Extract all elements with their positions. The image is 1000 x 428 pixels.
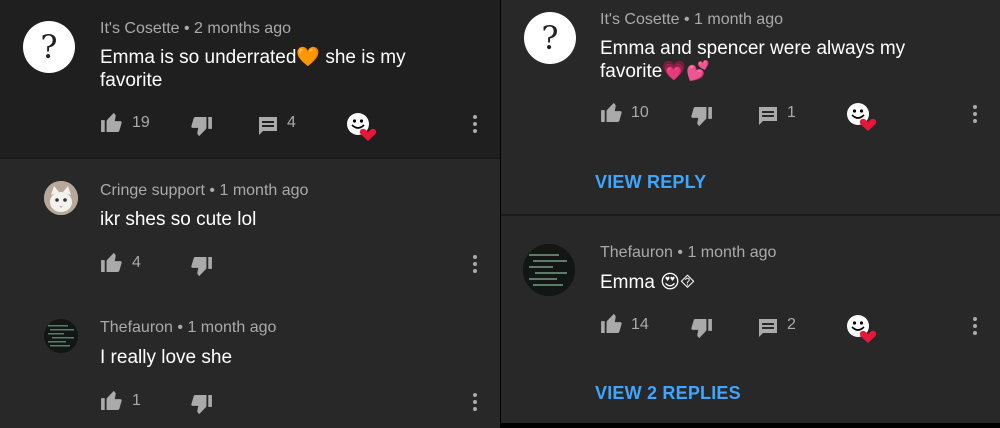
comment-author[interactable]: Thefauron	[100, 319, 173, 336]
comment-time[interactable]: 1 month ago	[694, 11, 783, 28]
comment-thread: Thefauron • 1 month ago Emma 😍⯑ 14 2 VIE…	[501, 216, 1000, 423]
like-button[interactable]	[101, 112, 123, 132]
thumbs-down-icon	[191, 395, 212, 415]
thumbs-up-icon	[101, 112, 122, 132]
avatar[interactable]: ?	[23, 21, 75, 73]
view-replies-link[interactable]: VIEW 2 REPLIES	[595, 383, 741, 404]
comment-icon	[759, 319, 777, 337]
comment-icon	[259, 117, 277, 135]
like-count: 4	[132, 254, 141, 271]
avatar[interactable]: ?	[524, 12, 576, 64]
thumbs-down-icon	[691, 107, 712, 127]
like-button[interactable]	[601, 102, 623, 122]
meta-separator: •	[177, 319, 183, 336]
thumbs-down-icon	[191, 257, 212, 277]
comment-meta: Thefauron • 1 month ago	[600, 244, 776, 262]
comment-text: I really love she	[100, 347, 233, 368]
like-count: 19	[132, 114, 150, 131]
smiley-heart-icon	[847, 315, 876, 343]
comment-author[interactable]: It's Cosette	[600, 11, 680, 28]
dislike-button[interactable]	[690, 319, 712, 339]
like-count: 10	[631, 104, 649, 121]
smiley-heart-icon	[847, 103, 876, 131]
code-screen-avatar-icon	[523, 244, 575, 296]
creator-heart-badge	[346, 112, 376, 142]
right-comment-panel: ? It's Cosette • 1 month ago Emma and sp…	[501, 0, 1000, 428]
reply-count: 1	[787, 104, 796, 121]
cat-avatar-icon	[44, 181, 78, 215]
comment-thread: ? It's Cosette • 2 months ago Emma is so…	[0, 0, 500, 157]
comment-meta: Thefauron • 1 month ago	[100, 319, 276, 337]
more-options-button[interactable]	[972, 317, 978, 338]
thumbs-down-icon	[191, 117, 212, 137]
comment-text: Emma 😍⯑	[600, 272, 695, 293]
reply-count: 4	[287, 114, 296, 131]
comment-text: Emma is so underrated🧡 she is my favorit…	[100, 47, 406, 91]
comment-time[interactable]: 1 month ago	[687, 244, 776, 261]
comment-meta: Cringe support • 1 month ago	[100, 182, 308, 200]
more-options-button[interactable]	[472, 255, 478, 276]
reply-count: 2	[787, 316, 796, 333]
thumbs-up-icon	[601, 102, 622, 122]
reply-button[interactable]	[758, 106, 778, 126]
like-button[interactable]	[101, 252, 123, 272]
avatar[interactable]	[44, 319, 78, 353]
like-count: 14	[631, 316, 649, 333]
question-mark-avatar-icon: ?	[524, 12, 576, 64]
comment-time[interactable]: 1 month ago	[219, 182, 308, 199]
more-options-button[interactable]	[472, 115, 478, 136]
left-comment-panel: ? It's Cosette • 2 months ago Emma is so…	[0, 0, 500, 428]
like-count: 1	[132, 392, 141, 409]
more-options-button[interactable]	[472, 393, 478, 414]
creator-heart-badge	[846, 314, 876, 344]
avatar[interactable]	[523, 244, 575, 296]
comment-time[interactable]: 1 month ago	[187, 319, 276, 336]
creator-heart-badge	[846, 102, 876, 132]
thumbs-up-icon	[101, 390, 122, 410]
smiley-heart-icon	[347, 113, 376, 141]
reply-button[interactable]	[758, 318, 778, 338]
dislike-button[interactable]	[190, 257, 212, 277]
thumbs-up-icon	[101, 252, 122, 272]
more-options-button[interactable]	[972, 105, 978, 126]
dislike-button[interactable]	[190, 395, 212, 415]
comment-meta: It's Cosette • 2 months ago	[100, 20, 291, 38]
like-button[interactable]	[601, 313, 623, 333]
view-replies-link[interactable]: VIEW REPLY	[595, 172, 706, 193]
comment-thread: ? It's Cosette • 1 month ago Emma and sp…	[501, 0, 1000, 214]
thumbs-down-icon	[691, 319, 712, 339]
like-button[interactable]	[101, 390, 123, 410]
dislike-button[interactable]	[690, 107, 712, 127]
avatar[interactable]	[44, 181, 78, 215]
comment-author[interactable]: Thefauron	[600, 244, 673, 261]
meta-separator: •	[209, 182, 216, 199]
comment-icon	[759, 107, 777, 125]
question-mark-avatar-icon: ?	[23, 21, 75, 73]
thumbs-up-icon	[601, 313, 622, 333]
reply-button[interactable]	[258, 116, 278, 136]
comment-text: Emma and spencer were always my favorite…	[600, 38, 906, 82]
code-screen-avatar-icon	[44, 319, 78, 353]
reply-item: Thefauron • 1 month ago I really love sh…	[0, 294, 500, 428]
meta-separator: •	[683, 11, 690, 28]
meta-separator: •	[677, 244, 683, 261]
reply-item: Cringe support • 1 month ago ikr shes so…	[0, 159, 500, 294]
comment-time[interactable]: 2 months ago	[194, 20, 291, 37]
meta-separator: •	[183, 20, 190, 37]
dislike-button[interactable]	[190, 117, 212, 137]
bottom-edge	[501, 423, 1000, 428]
comment-author[interactable]: It's Cosette	[100, 20, 180, 37]
comment-meta: It's Cosette • 1 month ago	[600, 11, 783, 29]
comment-text: ikr shes so cute lol	[100, 209, 257, 230]
comment-author[interactable]: Cringe support	[100, 182, 205, 199]
